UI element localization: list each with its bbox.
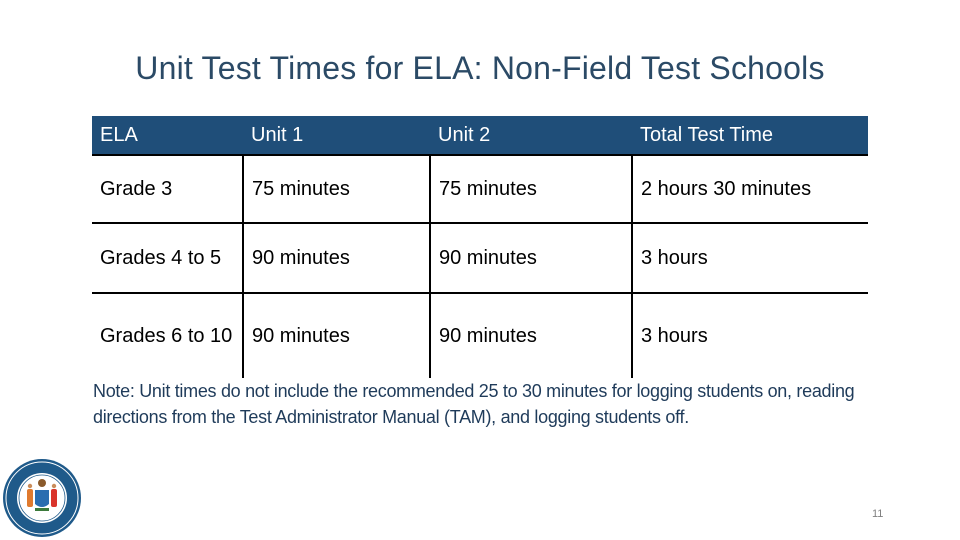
table-header-row: ELA Unit 1 Unit 2 Total Test Time <box>92 116 868 156</box>
unit-2-cell: 90 minutes <box>429 293 632 378</box>
grade-cell: Grades 4 to 5 <box>92 223 243 294</box>
total-cell: 2 hours 30 minutes <box>631 155 868 224</box>
table-row: Grade 3 75 minutes 75 minutes 2 hours 30… <box>92 155 868 224</box>
header-unit-1: Unit 1 <box>243 116 430 156</box>
test-times-table: ELA Unit 1 Unit 2 Total Test Time Grade … <box>92 116 868 378</box>
grade-cell: Grades 6 to 10 <box>100 324 233 347</box>
nj-education-seal-icon <box>3 459 81 537</box>
grade-cell: Grade 3 <box>92 155 243 224</box>
table-row: Grades 6 to 10 90 minutes 90 minutes 3 h… <box>92 293 868 378</box>
header-ela: ELA <box>92 116 243 156</box>
total-cell: 3 hours <box>631 223 868 294</box>
page-number: 11 <box>872 508 884 520</box>
unit-2-cell: 90 minutes <box>429 223 632 294</box>
slide-title: Unit Test Times for ELA: Non-Field Test … <box>135 50 825 86</box>
total-cell: 3 hours <box>631 293 868 378</box>
unit-1-cell: 75 minutes <box>242 155 430 224</box>
unit-1-cell: 90 minutes <box>242 223 430 294</box>
header-total-test-time: Total Test Time <box>632 116 868 156</box>
note-text: Note: Unit times do not include the reco… <box>93 381 855 427</box>
unit-1-cell: 90 minutes <box>242 293 430 378</box>
unit-2-cell: 75 minutes <box>429 155 632 224</box>
header-unit-2: Unit 2 <box>430 116 632 156</box>
table-row: Grades 4 to 5 90 minutes 90 minutes 3 ho… <box>92 223 868 294</box>
